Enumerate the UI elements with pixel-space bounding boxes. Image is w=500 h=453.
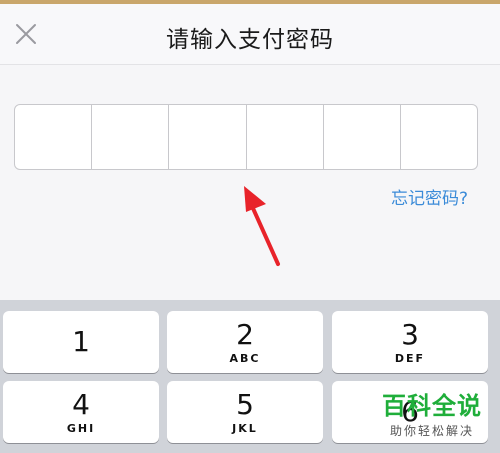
pin-cell (247, 105, 324, 169)
key-2[interactable]: 2 ABC (167, 311, 323, 373)
key-letters: DEF (394, 351, 426, 365)
key-4[interactable]: 4 GHI (3, 381, 159, 443)
pin-cell (324, 105, 401, 169)
key-letters: JKL (232, 421, 258, 435)
forgot-password-link[interactable]: 忘记密码? (391, 184, 468, 209)
pin-cell (401, 105, 477, 169)
key-1[interactable]: 1 (3, 311, 159, 373)
key-digit: 6 (401, 395, 419, 428)
key-letters: GHI (66, 421, 96, 435)
key-3[interactable]: 3 DEF (332, 311, 488, 373)
red-arrow-annotation-icon (244, 186, 280, 266)
header-bar: 请输入支付密码 (0, 4, 500, 65)
key-digit: 3 (401, 317, 419, 351)
numeric-keypad: 1 2 ABC 3 DEF 4 GHI 5 JKL 6 (0, 300, 500, 453)
pin-cell (92, 105, 170, 169)
pin-cell (169, 105, 247, 169)
key-5[interactable]: 5 JKL (167, 381, 323, 443)
pin-cell (15, 105, 93, 169)
pin-input[interactable] (14, 104, 478, 170)
key-digit: 1 (72, 325, 90, 358)
payment-password-screen: 请输入支付密码 忘记密码? 1 2 ABC 3 DEF 4 GHI 5 JKL … (0, 0, 500, 453)
key-digit: 4 (72, 387, 90, 421)
page-title: 请输入支付密码 (166, 27, 334, 53)
key-6[interactable]: 6 (332, 381, 488, 443)
key-digit: 5 (236, 387, 254, 421)
key-letters: ABC (229, 351, 261, 365)
key-digit: 2 (236, 317, 254, 351)
